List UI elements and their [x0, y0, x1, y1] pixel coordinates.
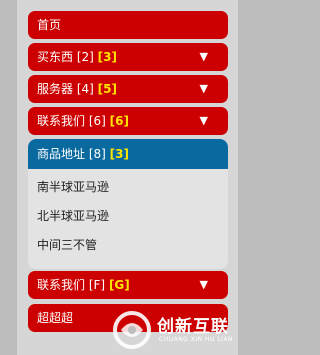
watermark-name: 创新互联: [157, 317, 229, 337]
submenu-panel: 商品地址 [8] [3] 南半球亚马逊 北半球亚马逊 中间三不管: [28, 139, 228, 269]
menu-item-count: [6]: [88, 114, 106, 128]
submenu-item-active[interactable]: 商品地址 [8] [3]: [28, 139, 228, 169]
watermark-subtitle: CHUANG XIN HU LIAN: [159, 336, 234, 343]
menu-item-contact-expanded[interactable]: 联系我们 [6] [6] ▼: [28, 107, 228, 135]
triangle-down-icon[interactable]: ▼: [200, 43, 208, 71]
menu-item-highlight: [3]: [97, 50, 117, 64]
submenu-item-north[interactable]: 北半球亚马逊: [37, 207, 109, 224]
menu-item-label: 首页: [37, 18, 62, 32]
menu-item-count: [F]: [88, 278, 106, 292]
menu-item-label: 超超超: [37, 311, 74, 325]
menu-item-count: [2]: [76, 50, 94, 64]
submenu-item-label: 商品地址: [37, 147, 86, 161]
watermark-logo: 创新互联 CHUANG XIN HU LIAN: [112, 308, 255, 352]
menu-item-count: [4]: [76, 82, 94, 96]
menu-item-highlight: [G]: [108, 278, 130, 292]
submenu-item-south[interactable]: 南半球亚马逊: [37, 178, 109, 195]
submenu-item-middle[interactable]: 中间三不管: [37, 236, 97, 253]
menu-item-label: 联系我们: [37, 278, 86, 292]
menu-item-highlight: [6]: [109, 114, 129, 128]
menu-item-label: 联系我们: [37, 114, 86, 128]
menu-item-highlight: [5]: [97, 82, 117, 96]
triangle-down-icon[interactable]: ▼: [200, 107, 208, 135]
menu-item-contact[interactable]: 联系我们 [F] [G] ▼: [28, 271, 228, 299]
menu-item-servers[interactable]: 服务器 [4] [5] ▼: [28, 75, 228, 103]
triangle-down-icon[interactable]: ▼: [200, 271, 208, 299]
submenu-item-highlight: [3]: [109, 147, 129, 161]
triangle-down-icon[interactable]: ▼: [200, 75, 208, 103]
menu-item-buy[interactable]: 买东西 [2] [3] ▼: [28, 43, 228, 71]
menu-item-home[interactable]: 首页: [28, 11, 228, 39]
brand-logo-icon: [113, 311, 151, 349]
menu-item-label: 买东西: [37, 50, 74, 64]
submenu-item-count: [8]: [88, 147, 106, 161]
menu-item-label: 服务器: [37, 82, 74, 96]
